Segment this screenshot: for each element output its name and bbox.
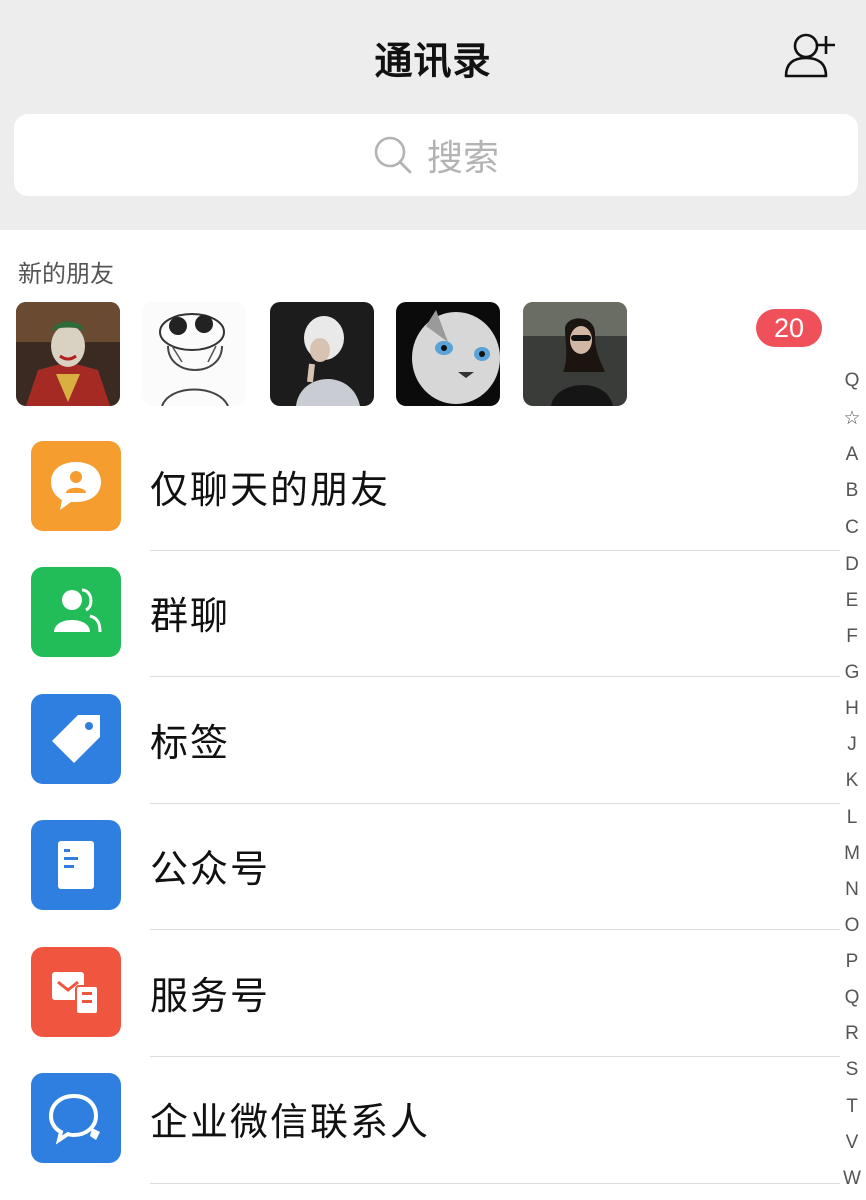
official-accounts-icon (31, 820, 121, 910)
new-friends-badge: 20 (756, 309, 822, 347)
index-letter[interactable]: C (838, 517, 866, 539)
menu-item-label: 群聊 (150, 594, 231, 638)
index-letter[interactable]: E (838, 590, 866, 612)
index-letter[interactable]: A (838, 444, 866, 466)
divider (150, 803, 840, 804)
index-letter[interactable]: T (838, 1096, 866, 1118)
search-input[interactable]: 搜索 (14, 114, 858, 196)
divider (150, 676, 840, 677)
index-letter[interactable]: D (838, 554, 866, 576)
divider (150, 550, 840, 551)
service-accounts-icon (31, 947, 121, 1037)
menu-item-wecom-contacts[interactable]: 企业微信联系人 (0, 1073, 840, 1199)
menu-item-service-accounts[interactable]: 服务号 (0, 947, 840, 1073)
index-letter[interactable]: G (838, 662, 866, 684)
menu-item-label: 企业微信联系人 (150, 1100, 431, 1144)
menu-item-label: 服务号 (150, 974, 271, 1018)
index-letter[interactable]: F (838, 626, 866, 648)
menu-item-label: 公众号 (150, 847, 271, 891)
menu-item-official-accounts[interactable]: 公众号 (0, 820, 840, 946)
index-letter[interactable]: B (838, 480, 866, 502)
tag-icon (31, 694, 121, 784)
add-friend-icon[interactable] (782, 30, 840, 82)
index-letter[interactable]: P (838, 951, 866, 973)
index-letter-search[interactable]: Q (838, 370, 866, 392)
index-letter[interactable]: K (838, 770, 866, 792)
index-letter[interactable]: L (838, 807, 866, 829)
search-icon (373, 135, 413, 175)
menu-item-group-chat[interactable]: 群聊 (0, 567, 840, 693)
alphabet-index-bar[interactable]: Q ☆ A B C D E F G H J K L M N O P Q R S … (838, 370, 866, 1200)
divider (150, 1056, 840, 1057)
index-letter[interactable]: N (838, 879, 866, 901)
index-letter[interactable]: J (838, 734, 866, 756)
chat-only-friends-icon (31, 441, 121, 531)
menu-item-chat-only-friends[interactable]: 仅聊天的朋友 (0, 441, 840, 567)
divider (150, 1183, 840, 1184)
wecom-contacts-icon (31, 1073, 121, 1163)
divider (150, 929, 840, 930)
avatar[interactable] (270, 302, 374, 406)
index-letter[interactable]: V (838, 1132, 866, 1154)
index-letter[interactable]: R (838, 1023, 866, 1045)
avatar[interactable] (16, 302, 120, 406)
avatar[interactable] (396, 302, 500, 406)
page-title: 通讯录 (374, 39, 492, 83)
index-letter[interactable]: M (838, 843, 866, 865)
index-letter[interactable]: S (838, 1059, 866, 1081)
menu-item-tags[interactable]: 标签 (0, 694, 840, 820)
index-letter[interactable]: O (838, 915, 866, 937)
menu-item-label: 仅聊天的朋友 (150, 468, 391, 512)
header-bar: 通讯录 搜索 (0, 0, 866, 230)
index-letter-star[interactable]: ☆ (838, 407, 866, 430)
new-friends-label: 新的朋友 (18, 260, 114, 288)
index-letter[interactable]: H (838, 698, 866, 720)
avatar[interactable] (142, 302, 246, 406)
avatar[interactable] (523, 302, 627, 406)
search-placeholder: 搜索 (426, 138, 499, 179)
index-letter[interactable]: Q (838, 987, 866, 1009)
index-letter[interactable]: W (838, 1168, 866, 1190)
menu-item-label: 标签 (150, 721, 231, 765)
group-chat-icon (31, 567, 121, 657)
